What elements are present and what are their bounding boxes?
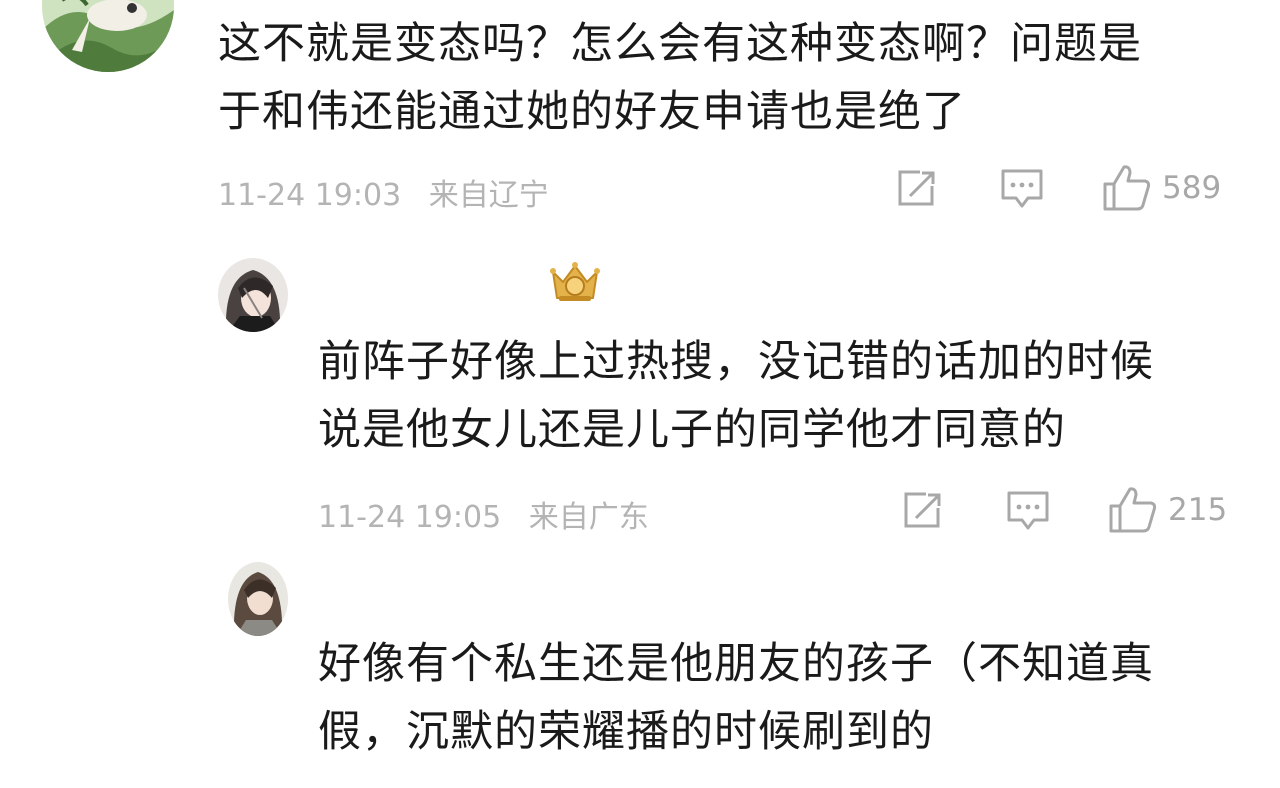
avatar[interactable]	[228, 562, 288, 636]
avatar[interactable]	[42, 0, 174, 72]
comment-icon	[1001, 169, 1043, 208]
forward-button[interactable]	[896, 168, 938, 208]
like-button[interactable]: 589	[1102, 164, 1221, 212]
reply-meta: 11-24 19:05 来自广东	[318, 492, 649, 536]
avatar[interactable]	[218, 258, 288, 332]
avatar-image	[228, 562, 288, 636]
reply-text-line: 假，沉默的荣耀播的时候刷到的	[318, 707, 934, 757]
reply-text: 前阵子好像上过热搜，没记错的话加的时候 说是他女儿还是儿子的同学他才同意的	[318, 328, 1154, 464]
like-count: 589	[1162, 170, 1222, 206]
avatar-image	[218, 258, 288, 332]
comment-timestamp: 11-24 19:03	[218, 178, 402, 213]
forward-button[interactable]	[902, 490, 944, 530]
reply-text-line: 好像有个私生还是他朋友的孩子（不知道真	[318, 639, 1154, 689]
reply-button[interactable]	[1000, 168, 1044, 210]
comment-meta: 11-24 19:03 来自辽宁	[218, 170, 549, 214]
like-count: 215	[1168, 492, 1228, 528]
comment-text: 这不就是变态吗？怎么会有这种变态啊？问题是 于和伟还能通过她的好友申请也是绝了	[218, 10, 1142, 146]
thumbs-up-icon	[1103, 165, 1151, 211]
crown-badge-icon	[545, 258, 605, 306]
reply-button[interactable]	[1006, 490, 1050, 532]
like-button[interactable]: 215	[1108, 486, 1227, 534]
comment-icon	[1007, 491, 1049, 530]
comment-location: 来自辽宁	[428, 178, 549, 213]
thumbs-up-icon	[1109, 487, 1157, 533]
avatar-image	[42, 0, 174, 72]
reply-text: 好像有个私生还是他朋友的孩子（不知道真 假，沉默的荣耀播的时候刷到的	[318, 630, 1154, 766]
forward-icon	[898, 170, 935, 206]
forward-icon	[904, 492, 941, 528]
reply-text-line: 前阵子好像上过热搜，没记错的话加的时候	[318, 337, 1154, 387]
reply-text-line: 说是他女儿还是儿子的同学他才同意的	[318, 405, 1066, 455]
reply-timestamp: 11-24 19:05	[318, 500, 502, 535]
comment-text-line: 于和伟还能通过她的好友申请也是绝了	[218, 87, 966, 137]
reply-location: 来自广东	[528, 500, 649, 535]
comment-thread: 这不就是变态吗？怎么会有这种变态啊？问题是 于和伟还能通过她的好友申请也是绝了 …	[0, 0, 1280, 788]
comment-text-line: 这不就是变态吗？怎么会有这种变态啊？问题是	[218, 19, 1142, 69]
